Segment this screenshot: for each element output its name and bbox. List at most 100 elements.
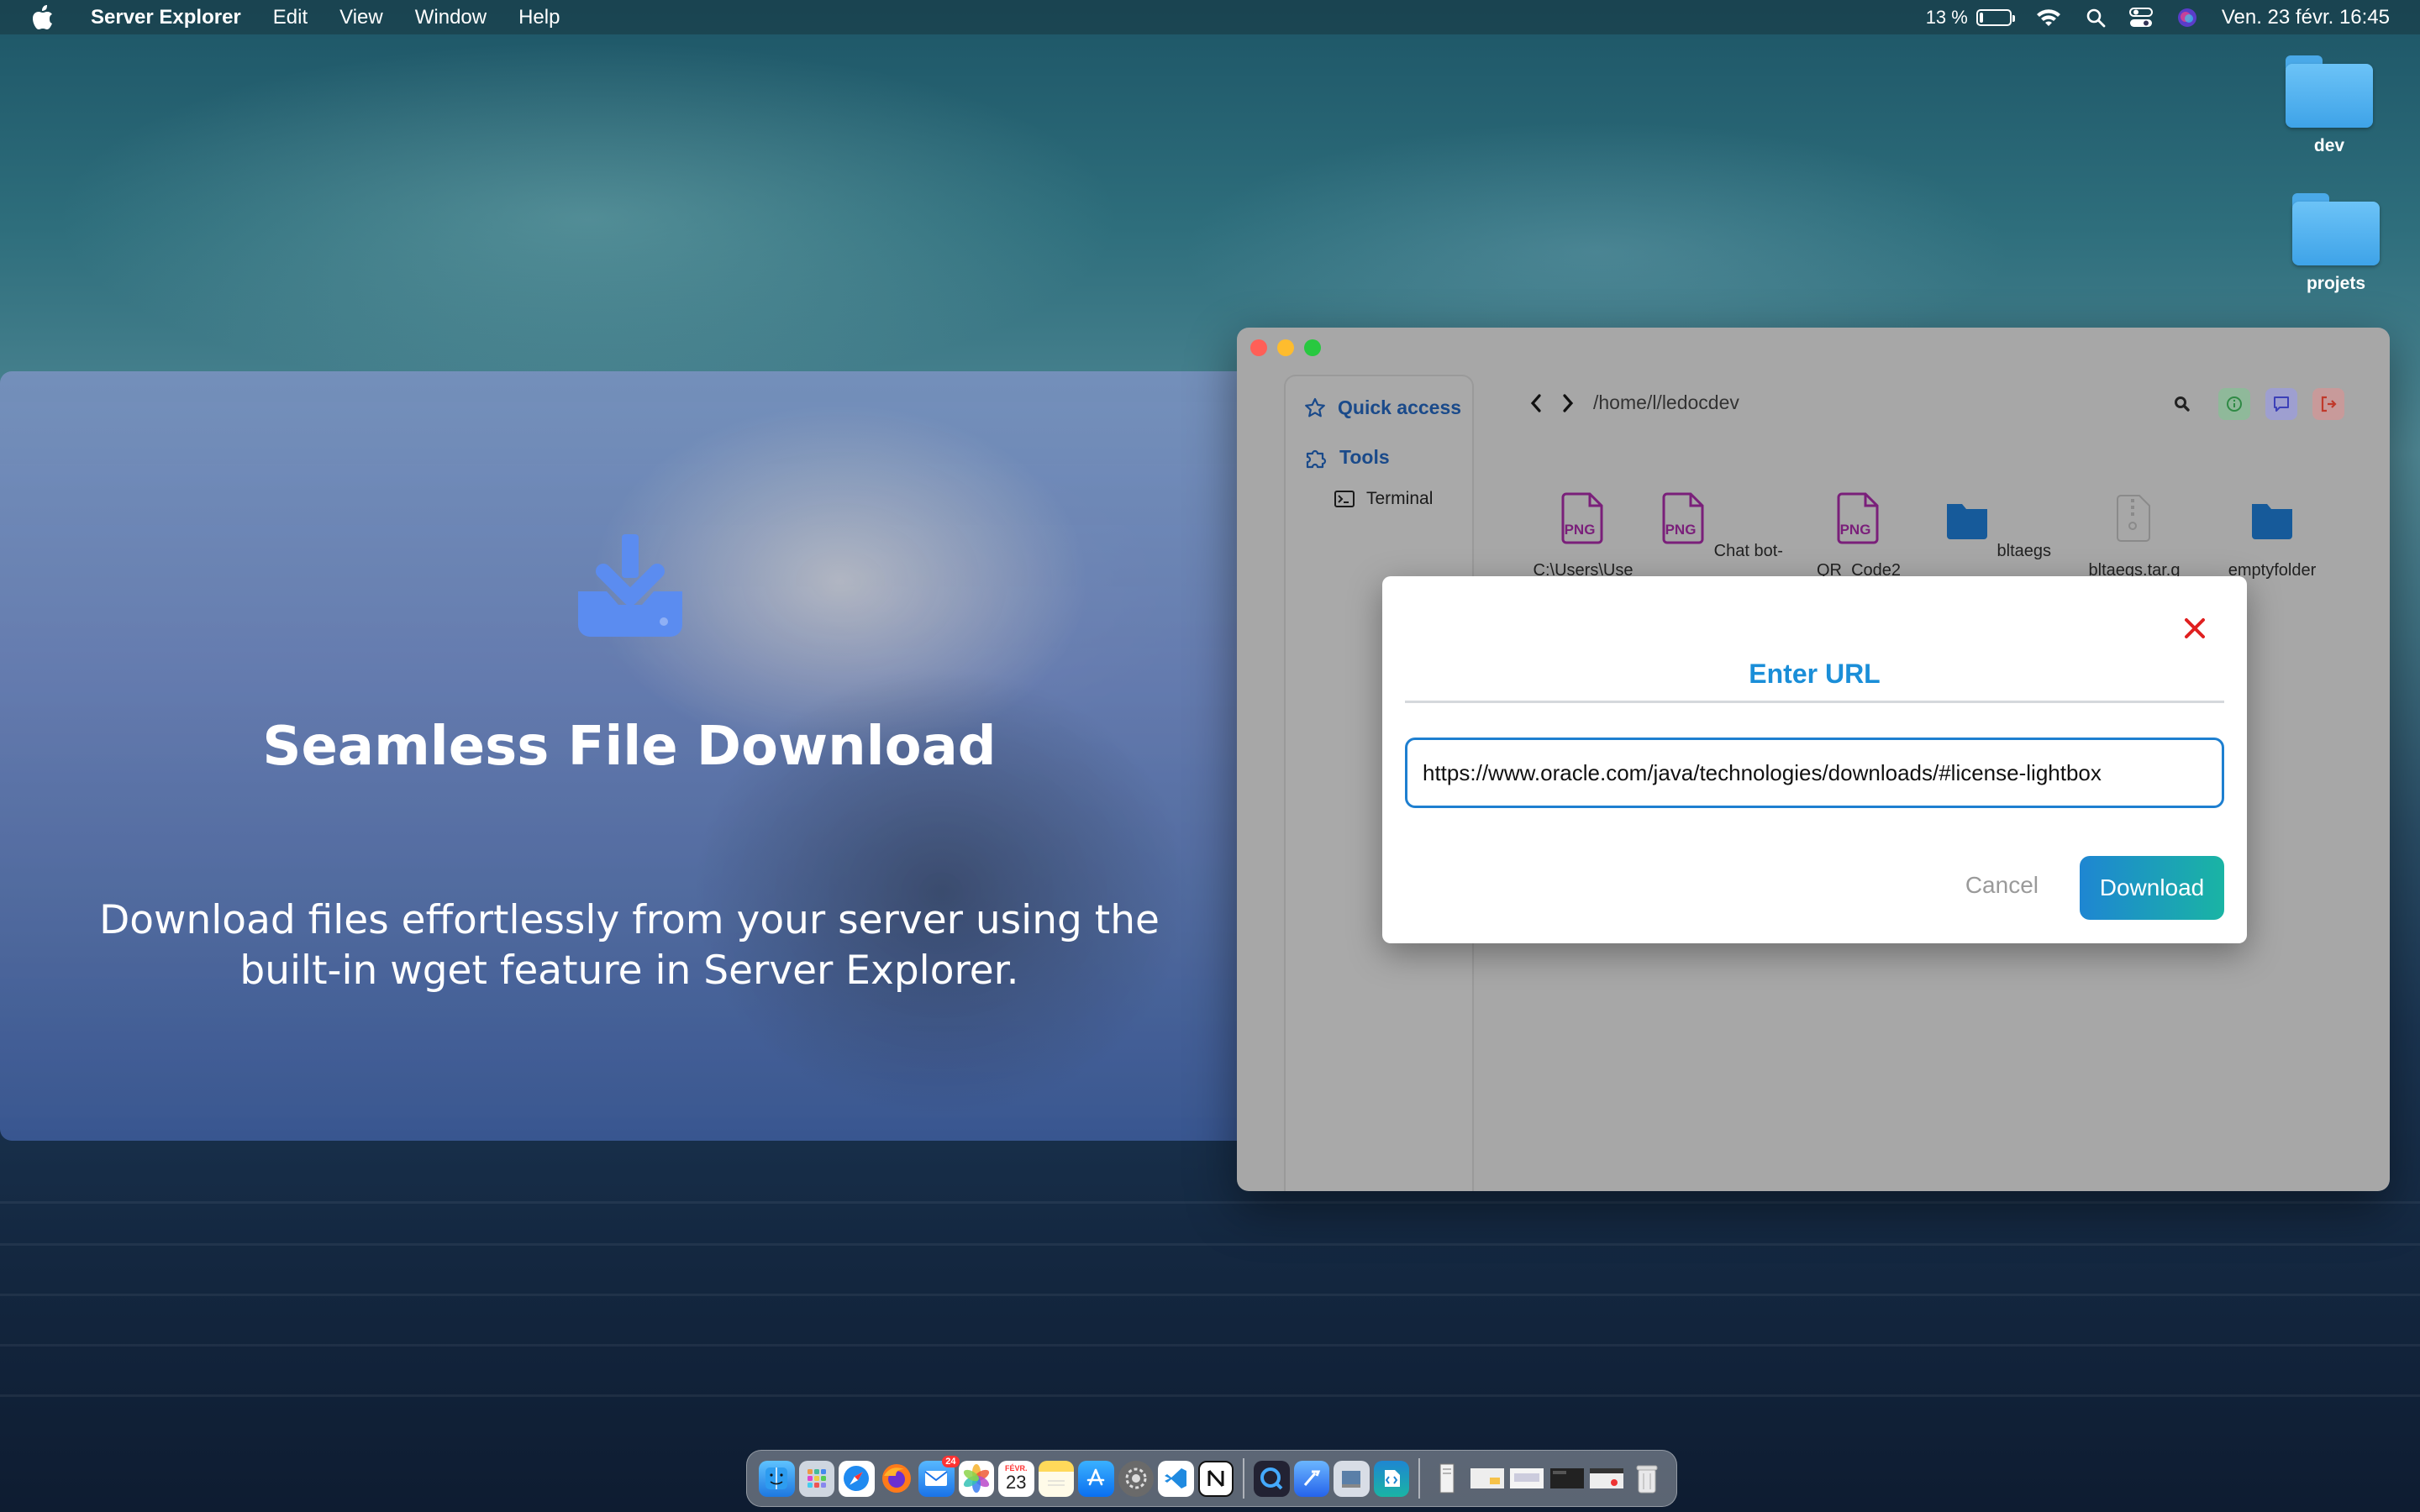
file-item[interactable]: PNG C:\Users\Use: [1514, 492, 1652, 580]
dock-window-4[interactable]: [1589, 1461, 1625, 1497]
document-icon: [1439, 1463, 1455, 1494]
menubar-app-name[interactable]: Server Explorer: [91, 6, 241, 29]
dock-firefox[interactable]: [879, 1461, 915, 1497]
zoom-window-button[interactable]: [1304, 339, 1321, 356]
dock-safari[interactable]: [839, 1460, 875, 1497]
dock-xcode[interactable]: [1293, 1460, 1330, 1497]
app-store-icon: [1086, 1468, 1105, 1486]
vscode-icon: [1165, 1468, 1187, 1488]
dock-notion[interactable]: [1197, 1460, 1234, 1497]
file-item[interactable]: PNG Chat bot-: [1652, 492, 1790, 580]
file-name: Chat bot-: [1713, 542, 1783, 560]
dock-system-settings[interactable]: [1118, 1460, 1154, 1497]
file-item[interactable]: bltaegs: [1928, 492, 2065, 580]
star-icon: [1305, 397, 1325, 417]
dock-photos[interactable]: [958, 1460, 994, 1497]
mail-icon: [924, 1471, 948, 1486]
info-button[interactable]: [2218, 388, 2250, 420]
sidebar-item-quick-access[interactable]: Quick access: [1304, 396, 1461, 419]
sidebar-item-tools[interactable]: Tools: [1304, 445, 1390, 469]
dock-quicktime[interactable]: [1254, 1460, 1290, 1497]
dock-window-2[interactable]: [1509, 1461, 1545, 1497]
dock-window-3[interactable]: [1549, 1461, 1586, 1497]
quicktime-icon: [1260, 1467, 1283, 1490]
battery-status[interactable]: 13 %: [1926, 7, 2015, 29]
file-name: bltaegs: [1996, 542, 2052, 560]
dock-launchpad[interactable]: [798, 1460, 834, 1497]
notion-icon: [1207, 1470, 1224, 1487]
dock-server-explorer[interactable]: [1373, 1460, 1410, 1497]
mail-badge: 24: [942, 1455, 960, 1467]
current-path[interactable]: /home/l/ledocdev: [1593, 391, 1739, 414]
apple-icon[interactable]: [32, 4, 54, 30]
close-icon[interactable]: [2180, 613, 2210, 643]
firefox-icon: [881, 1464, 911, 1493]
png-file-icon: PNG: [1561, 492, 1603, 544]
close-window-button[interactable]: [1250, 339, 1267, 356]
back-chevron-icon[interactable]: [1529, 393, 1543, 413]
menu-window[interactable]: Window: [415, 6, 487, 29]
notes-icon: [1047, 1480, 1065, 1486]
desktop-folder-projets[interactable]: projets: [2277, 193, 2395, 294]
promo-panel: Seamless File Download Download files ef…: [0, 371, 1259, 1141]
desktop-folder-label: dev: [2313, 136, 2345, 155]
url-input[interactable]: [1405, 738, 2224, 808]
dock-separator: [1243, 1458, 1245, 1499]
feedback-button[interactable]: [2265, 388, 2297, 420]
battery-level: [1979, 12, 1984, 23]
wifi-icon[interactable]: [2035, 8, 2062, 28]
file-grid: PNG C:\Users\Use PNG Chat bot- PNG QR_Co…: [1514, 492, 2341, 580]
search-icon[interactable]: [2173, 395, 2191, 413]
sidebar-item-label: Tools: [1339, 445, 1390, 468]
enter-url-dialog: Enter URL Cancel Download: [1382, 576, 2247, 943]
dock-notes[interactable]: [1038, 1460, 1074, 1497]
dock-app-store[interactable]: [1078, 1460, 1114, 1497]
dock-trash[interactable]: [1629, 1461, 1665, 1497]
dock-vscode[interactable]: [1158, 1460, 1194, 1497]
window-thumbnail-icon: [1510, 1468, 1544, 1488]
spotlight-search-icon[interactable]: [2086, 8, 2106, 28]
download-button[interactable]: Download: [2080, 856, 2224, 920]
dock-preview[interactable]: [1334, 1460, 1370, 1497]
path-bar: /home/l/ledocdev: [1529, 391, 1739, 414]
message-icon: [2274, 396, 2289, 412]
dock-mail[interactable]: 24: [918, 1455, 960, 1497]
hammer-icon: [1303, 1470, 1320, 1486]
dock-calendar[interactable]: FÉVR. 23: [998, 1460, 1034, 1497]
dock: 24 FÉVR. 23: [746, 1450, 1677, 1507]
cancel-button[interactable]: Cancel: [1965, 872, 2039, 899]
control-center-icon[interactable]: [2128, 7, 2153, 29]
dialog-title: Enter URL: [1749, 659, 1881, 689]
file-type-label: PNG: [1665, 522, 1697, 538]
sidebar-item-label: Terminal: [1366, 489, 1434, 508]
png-file-icon: PNG: [1662, 492, 1704, 544]
dock-separator: [1418, 1458, 1421, 1499]
menu-view[interactable]: View: [339, 6, 383, 29]
file-item[interactable]: emptyfolder: [2203, 492, 2341, 580]
window-toolbar: [2173, 388, 2344, 420]
minimize-window-button[interactable]: [1277, 339, 1294, 356]
file-item[interactable]: bltaegs.tar.g: [2065, 492, 2203, 580]
dock-file[interactable]: [1429, 1461, 1465, 1497]
dock-window-1[interactable]: [1470, 1461, 1506, 1497]
menubar-clock[interactable]: Ven. 23 févr. 16:45: [2222, 6, 2390, 29]
photos-icon: [963, 1464, 989, 1493]
siri-icon[interactable]: [2176, 7, 2198, 29]
logout-button[interactable]: [2312, 388, 2344, 420]
promo-title: Seamless File Download: [262, 716, 997, 778]
forward-chevron-icon[interactable]: [1561, 393, 1575, 413]
dialog-divider: [1405, 701, 2224, 703]
sidebar-item-terminal[interactable]: Terminal: [1334, 489, 1433, 509]
dock-finder[interactable]: [759, 1460, 795, 1497]
folder-icon: [2252, 504, 2292, 539]
file-item[interactable]: PNG QR_Code2: [1790, 492, 1928, 580]
menu-help[interactable]: Help: [518, 6, 560, 29]
server-explorer-icon: [1384, 1470, 1400, 1487]
launchpad-icon: [807, 1469, 826, 1488]
menu-edit[interactable]: Edit: [273, 6, 308, 29]
promo-description: Download files effortlessly from your se…: [99, 897, 1160, 994]
desktop-folder-dev[interactable]: dev: [2270, 55, 2388, 156]
window-thumbnail-icon: [1470, 1468, 1504, 1488]
window-thumbnail-icon: [1590, 1468, 1624, 1488]
sidebar-item-label: Quick access: [1338, 396, 1462, 418]
